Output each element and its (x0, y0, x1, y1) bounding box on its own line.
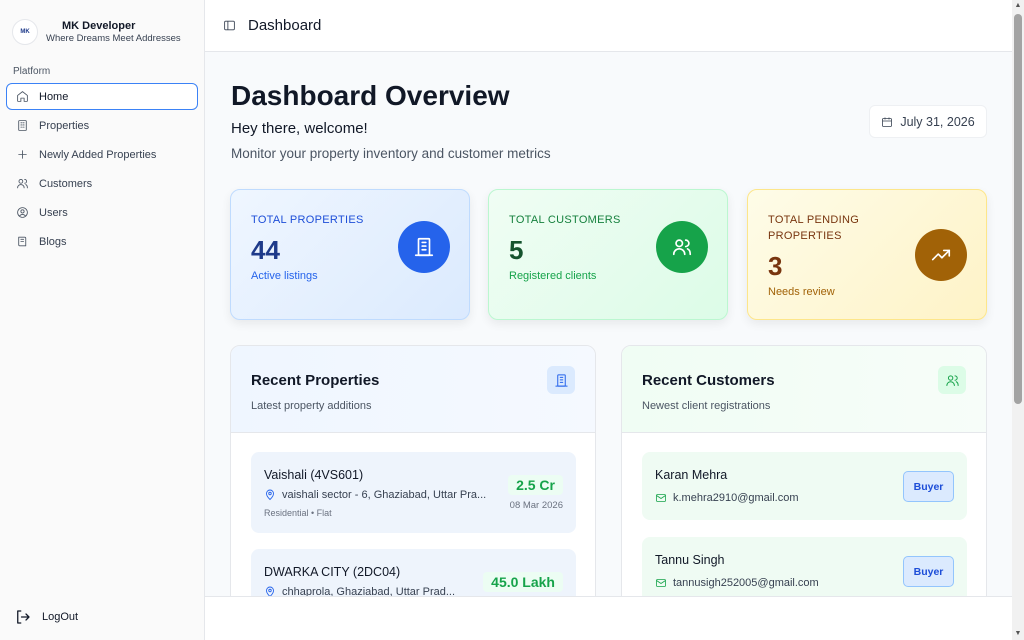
sidebar-item-label: Properties (39, 119, 90, 132)
customer-role-badge: Buyer (903, 471, 954, 502)
panel-icon (547, 366, 575, 394)
sidebar: MK MK Developer Where Dreams Meet Addres… (0, 0, 205, 640)
stat-card-total-properties: TOTAL PROPERTIES 44 Active listings (230, 189, 470, 320)
customer-email: k.mehra2910@gmail.com (655, 492, 799, 504)
mail-icon (656, 579, 666, 587)
customer-email-text: tannusigh252005@gmail.com (673, 577, 819, 589)
home-icon (17, 91, 28, 102)
current-date: July 31, 2026 (900, 114, 975, 129)
scroll-up-arrow-icon[interactable]: ▲ (1012, 0, 1024, 12)
panel-title: Recent Customers (642, 372, 775, 389)
sidebar-item-label: Customers (39, 177, 93, 190)
top-bar: Dashboard (205, 0, 1012, 52)
panel-title: Recent Properties (251, 372, 380, 389)
users-icon (17, 179, 28, 189)
scrollbar-thumb[interactable] (1014, 14, 1022, 404)
trending-up-icon (931, 249, 951, 261)
main-content: Dashboard Overview Hey there, welcome! M… (205, 52, 1012, 596)
stat-icon (915, 229, 967, 281)
customer-name: Tannu Singh (655, 553, 725, 567)
property-name: DWARKA CITY (2DC04) (264, 565, 401, 579)
panel-header: Recent Properties Latest property additi… (231, 346, 595, 433)
sidebar-item-label: Home (39, 90, 69, 103)
stat-value: 5 (509, 235, 524, 265)
logout-icon (17, 610, 30, 624)
users-icon (672, 239, 692, 256)
building-icon (18, 120, 27, 131)
sidebar-item-newly-added-properties[interactable]: Newly Added Properties (6, 141, 198, 168)
welcome-text: Hey there, welcome! (231, 120, 368, 137)
stat-icon (656, 221, 708, 273)
stat-label: TOTAL PROPERTIES (251, 214, 364, 226)
property-price: 2.5 Cr (508, 475, 563, 495)
property-type: Residential • Flat (264, 508, 332, 518)
customer-card[interactable]: Tannu Singh tannusigh252005@gmail.com Bu… (642, 537, 967, 596)
book-icon (18, 236, 27, 247)
stat-label: TOTAL PENDING PROPERTIES (768, 214, 860, 242)
sidebar-item-blogs[interactable]: Blogs (6, 228, 198, 255)
stat-subtext: Needs review (768, 286, 835, 298)
customer-email: tannusigh252005@gmail.com (655, 577, 819, 589)
bottom-overlay (205, 596, 1012, 640)
brand-tagline: Where Dreams Meet Addresses (46, 32, 181, 44)
users-icon (945, 374, 959, 386)
property-price: 45.0 Lakh (483, 572, 563, 592)
property-location-text: chhaprola, Ghaziabad, Uttar Prad... (282, 586, 456, 596)
stat-icon (398, 221, 450, 273)
page-subtitle: Monitor your property inventory and cust… (231, 146, 551, 161)
customer-name: Karan Mehra (655, 468, 728, 482)
property-card[interactable]: Vaishali (4VS601) vaishali sector - 6, G… (251, 452, 576, 533)
scroll-down-arrow-icon[interactable]: ▼ (1012, 628, 1024, 640)
sidebar-toggle-icon[interactable] (223, 19, 236, 32)
sidebar-item-label: Users (39, 206, 68, 219)
stat-card-total-pending-properties: TOTAL PENDING PROPERTIES 3 Needs review (747, 189, 987, 320)
brand-name: MK Developer (62, 19, 136, 32)
sidebar-nav: Home Properties Newly Added Properties C… (0, 83, 204, 255)
date-picker-button[interactable]: July 31, 2026 (869, 105, 987, 138)
customer-email-text: k.mehra2910@gmail.com (673, 492, 799, 504)
header-title: Dashboard (248, 17, 322, 34)
property-location: chhaprola, Ghaziabad, Uttar Prad... (264, 586, 455, 596)
property-date: 08 Mar 2026 (509, 500, 563, 511)
page-title: Dashboard Overview (231, 80, 510, 111)
panel-subtitle: Newest client registrations (642, 400, 771, 412)
panel-subtitle: Latest property additions (251, 400, 372, 412)
building-icon (554, 373, 568, 387)
map-pin-icon (266, 586, 274, 596)
customer-card[interactable]: Karan Mehra k.mehra2910@gmail.com Buyer (642, 452, 967, 520)
sidebar-item-customers[interactable]: Customers (6, 170, 198, 197)
property-name: Vaishali (4VS601) (264, 468, 364, 482)
stat-value: 3 (768, 251, 783, 281)
stat-card-total-customers: TOTAL CUSTOMERS 5 Registered clients (488, 189, 728, 320)
stat-subtext: Active listings (251, 270, 318, 282)
logout-button[interactable]: LogOut (14, 608, 78, 626)
panel-icon (938, 366, 966, 394)
sidebar-item-label: Newly Added Properties (39, 148, 157, 161)
sidebar-item-users[interactable]: Users (6, 199, 198, 226)
property-location: vaishali sector - 6, Ghaziabad, Uttar Pr… (264, 489, 486, 501)
sidebar-item-label: Blogs (39, 235, 67, 248)
recent-properties-panel: Recent Properties Latest property additi… (230, 345, 596, 596)
stat-label: TOTAL CUSTOMERS (509, 214, 621, 226)
stat-subtext: Registered clients (509, 270, 597, 282)
plus-icon (18, 150, 27, 159)
property-location-text: vaishali sector - 6, Ghaziabad, Uttar Pr… (282, 489, 487, 501)
nav-group-label: Platform (13, 66, 51, 77)
customer-role-badge: Buyer (903, 556, 954, 587)
brand-logo: MK (12, 19, 38, 45)
panel-header: Recent Customers Newest client registrat… (622, 346, 986, 433)
sidebar-item-home[interactable]: Home (6, 83, 198, 110)
brand[interactable]: MK MK Developer Where Dreams Meet Addres… (0, 0, 204, 52)
stat-value: 44 (251, 235, 280, 265)
page-scrollbar[interactable]: ▲ ▼ (1012, 0, 1024, 640)
map-pin-icon (266, 489, 274, 501)
property-card[interactable]: DWARKA CITY (2DC04) chhaprola, Ghaziabad… (251, 549, 576, 596)
sidebar-item-properties[interactable]: Properties (6, 112, 198, 139)
mail-icon (656, 494, 666, 502)
logout-label: LogOut (42, 611, 79, 623)
user-circle-icon (17, 207, 28, 218)
calendar-icon (882, 117, 893, 127)
recent-customers-panel: Recent Customers Newest client registrat… (621, 345, 987, 596)
building-icon (414, 237, 434, 257)
